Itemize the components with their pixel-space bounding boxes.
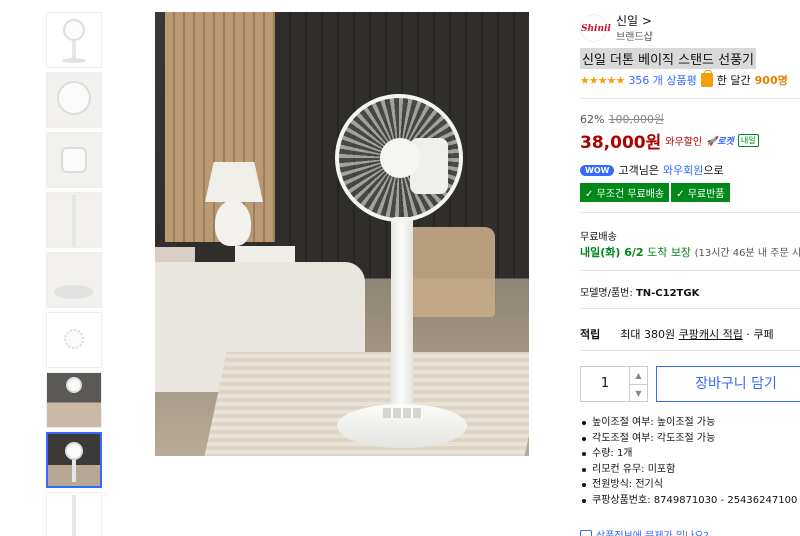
list-item: 높이조절 여부: 높이조절 가능 xyxy=(580,415,797,431)
free-shipping-chip: ✓ 무조건 무료배송 xyxy=(580,183,670,202)
quantity-up-icon[interactable]: ▲ xyxy=(630,367,647,384)
fan-thumbnail-icon xyxy=(57,81,91,115)
fan-thumbnail-icon xyxy=(65,442,83,460)
brand-name-link[interactable]: 신일 > xyxy=(616,12,652,29)
fan-thumbnail-icon xyxy=(61,147,87,173)
monthly-label: 한 달간 xyxy=(716,74,751,87)
discount-rate: 62% xyxy=(580,113,605,126)
thumbnail-base xyxy=(54,285,94,299)
thumbnail-2[interactable] xyxy=(46,72,102,128)
delivery-date: 내일(화) 6/2 xyxy=(580,246,644,259)
report-icon xyxy=(580,529,592,536)
thumbnail-7[interactable] xyxy=(46,372,102,428)
divider xyxy=(580,350,800,351)
add-to-cart-button[interactable]: 장바구니 담기 xyxy=(656,366,800,402)
model-row: 모델명/품번: TN-C12TGK xyxy=(580,284,699,299)
fan-buttons xyxy=(383,408,423,418)
thumbnail-5[interactable] xyxy=(46,252,102,308)
lamp-shade xyxy=(205,162,263,202)
sale-price: 38,000원 xyxy=(580,133,662,153)
fan-thumbnail-icon xyxy=(66,377,82,393)
discount-row: 62% 100,000원 xyxy=(580,111,664,127)
thumbnail-4[interactable] xyxy=(46,192,102,248)
star-rating-icon: ★★★★★ xyxy=(580,73,625,87)
delivery-cutoff: (13시간 46분 내 주문 시 xyxy=(694,248,800,259)
product-title: 신일 더톤 베이직 스탠드 선풍기 xyxy=(580,48,757,69)
fan-hub xyxy=(380,138,420,178)
thumbnail-base xyxy=(62,58,86,63)
delivery-guarantee: 도착 보장 xyxy=(647,246,692,259)
monthly-buyers: 900명 xyxy=(754,74,788,87)
model-number: TN-C12TGK xyxy=(635,288,700,299)
rating-row: ★★★★★ 356 개 상품평 한 달간 900명 xyxy=(580,70,788,88)
fan-thumbnail-icon xyxy=(64,329,84,349)
fan-thumbnail-icon xyxy=(63,19,85,41)
coupang-cash-link[interactable]: 쿠팡캐시 적립 xyxy=(679,328,743,341)
wow-discount-label: 와우할인 xyxy=(665,137,703,148)
lamp-body xyxy=(215,200,251,246)
free-return-chip: ✓ 무료반품 xyxy=(671,183,730,202)
price-row: 38,000원 와우할인 🚀로켓 내일 xyxy=(580,128,759,153)
divider xyxy=(580,270,800,271)
report-row[interactable]: 상품정보에 문제가 있나요? xyxy=(580,527,709,536)
wow-badge: WOW xyxy=(580,164,615,176)
thumbnail-6[interactable] xyxy=(46,312,102,368)
thumbnail-pole xyxy=(72,460,76,482)
reward-amount: 최대 380원 xyxy=(620,328,676,341)
main-product-image[interactable] xyxy=(155,12,529,456)
list-item: 쿠팡상품번호: 8749871030 - 25436247100 xyxy=(580,493,797,509)
quantity-arrows: ▲ ▼ xyxy=(629,367,647,401)
fan-pole xyxy=(391,217,413,417)
member-text: 고객님은 xyxy=(618,164,659,177)
rocket-delivery-badge: 🚀로켓 xyxy=(706,137,734,147)
reward-info: 최대 380원 쿠팡캐시 적립 · 쿠페 xyxy=(620,326,773,342)
reward-more: · 쿠페 xyxy=(746,328,774,341)
divider xyxy=(580,98,800,99)
list-item: 수량: 1개 xyxy=(580,446,797,462)
thumbnail-8[interactable] xyxy=(46,432,102,488)
delivery-row: 내일(화) 6/2 도착 보장 (13시간 46분 내 주문 시 xyxy=(580,244,800,260)
spec-list: 높이조절 여부: 높이조절 가능 각도조절 여부: 각도조절 가능 수량: 1개… xyxy=(580,415,797,508)
report-link[interactable]: 상품정보에 문제가 있나요? xyxy=(596,527,709,536)
thumbnail-3[interactable] xyxy=(46,132,102,188)
wow-member-link[interactable]: 와우회원 xyxy=(663,162,703,178)
divider xyxy=(580,308,800,309)
benefit-chips: ✓ 무조건 무료배송 ✓ 무료반품 xyxy=(580,183,730,202)
shipping-label: 무료배송 xyxy=(580,232,617,243)
list-item: 리모컨 유무: 미포함 xyxy=(580,462,797,478)
thumbnail-pole xyxy=(72,195,76,247)
reward-row: 적립 최대 380원 쿠팡캐시 적립 · 쿠페 xyxy=(580,326,774,342)
reward-label: 적립 xyxy=(580,328,601,341)
thumbnail-pole xyxy=(72,495,76,536)
brand-shop-label[interactable]: 브랜드샵 xyxy=(616,28,653,43)
member-text-suffix: 으로 xyxy=(703,164,724,177)
thumbnail-1[interactable] xyxy=(46,12,102,68)
thumbnail-list xyxy=(46,12,104,536)
list-item: 전원방식: 전기식 xyxy=(580,477,797,493)
quantity-down-icon[interactable]: ▼ xyxy=(630,384,647,402)
brand-logo[interactable]: Shinil xyxy=(580,14,611,42)
divider xyxy=(580,212,800,213)
model-label: 모델명/품번: xyxy=(580,288,633,299)
thumbnail-9[interactable] xyxy=(46,492,102,536)
list-item: 각도조절 여부: 각도조절 가능 xyxy=(580,431,797,447)
review-count-link[interactable]: 356 개 상품평 xyxy=(628,72,696,88)
tomorrow-badge: 내일 xyxy=(737,134,759,147)
quantity-input[interactable]: 1 xyxy=(581,367,629,401)
member-row: WOW 고객님은 와우회원 으로 xyxy=(580,162,724,178)
shopping-bag-icon xyxy=(700,70,713,87)
quantity-stepper: 1 ▲ ▼ xyxy=(580,366,648,402)
original-price: 100,000원 xyxy=(608,113,665,126)
